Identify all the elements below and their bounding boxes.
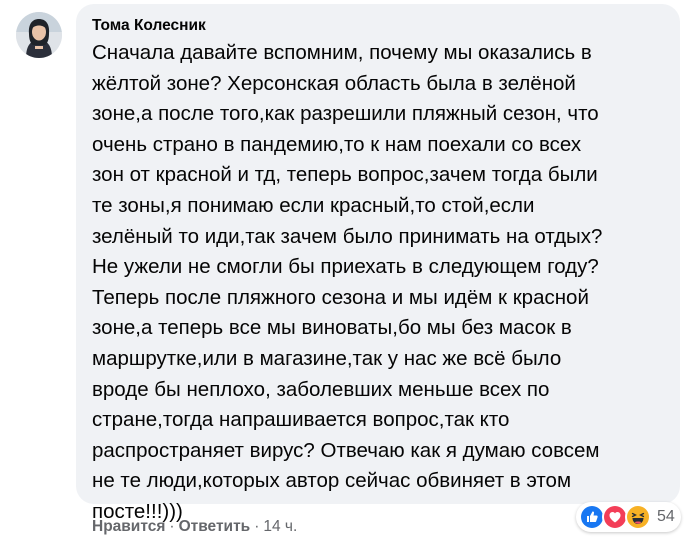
avatar[interactable] [16,12,62,58]
comment-line: зоне,а теперь все мы виноваты,бо мы без … [92,316,572,340]
like-button[interactable]: Нравится [92,518,165,535]
comment-line: маршрутке,или в магазине,так у нас же вс… [92,346,562,370]
comment-line: зоне,а после того,как разрешили пляжный … [92,102,599,126]
author-name[interactable]: Тома Колесник [92,16,668,36]
comment-line: очень страно в пандемию,то к нам поехали… [92,132,582,156]
comment-line: жёлтой зоне? Херсонская область была в з… [92,71,576,95]
timestamp[interactable]: 14 ч. [263,518,297,535]
reply-button[interactable]: Ответить [179,518,251,535]
comment-line: зон от красной и тд, теперь вопрос,зачем… [92,163,598,187]
comment-line: зелёный то иди,так зачем было принимать … [92,224,603,248]
comment-actions: Нравится · Ответить · 14 ч. [92,515,297,539]
comment-line: вроде бы неплохо, заболевших меньше всех… [92,377,550,401]
comment-line: Не ужели не смогли бы приехать в следующ… [92,255,599,279]
comment-line: Сначала давайте вспомним, почему мы оказ… [92,41,592,64]
comment-line: не те люди,которых автор сейчас обвиняет… [92,469,572,493]
reactions-summary[interactable]: 54 [576,502,681,532]
separator-dot: · [254,518,260,535]
reactions-count: 54 [657,508,675,525]
comment-text: Сначала давайте вспомним, почему мы оказ… [92,38,668,528]
haha-icon [625,504,651,530]
comment: Тома Колесник Сначала давайте вспомним, … [0,0,691,549]
comment-line: те зоны,я понимаю если красный,то стой,е… [92,193,535,217]
comment-line: стране,тогда напрашивается вопрос,так кт… [92,408,510,432]
separator-dot: · [169,518,175,535]
comment-bubble: Тома Колесник Сначала давайте вспомним, … [76,4,680,523]
comment-line: Теперь после пляжного сезона и мы идём к… [92,285,589,309]
profile-photo [16,12,62,58]
comment-line: распространяет вирус? Отвечаю как я дума… [92,438,600,462]
